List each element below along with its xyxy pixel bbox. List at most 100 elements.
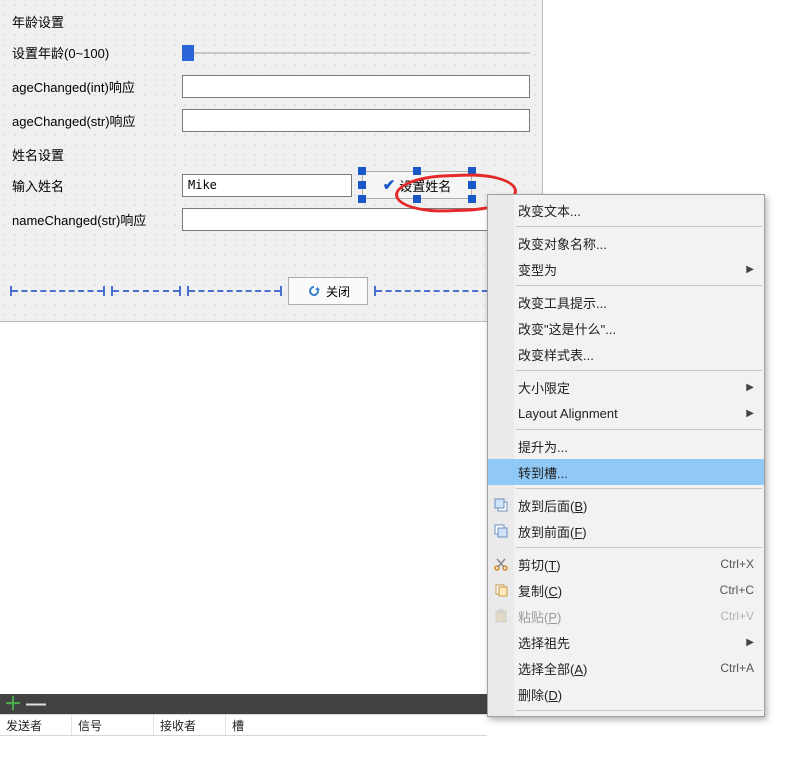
menu-separator <box>516 370 762 371</box>
chevron-right-icon: ▶ <box>746 382 754 393</box>
age-changed-str-label: ageChanged(str)响应 <box>12 111 182 130</box>
horizontal-spacer[interactable] <box>10 286 105 296</box>
resize-handle[interactable] <box>468 195 476 203</box>
age-changed-int-row: ageChanged(int)响应 <box>12 71 530 101</box>
col-slot[interactable]: 槽 <box>226 715 487 735</box>
scissors-icon <box>492 555 510 573</box>
slider-handle[interactable] <box>182 45 194 61</box>
bottom-button-row: 关闭 <box>10 275 530 307</box>
copy-icon <box>492 581 510 599</box>
resize-handle[interactable] <box>358 195 366 203</box>
menu-change-whatsthis[interactable]: 改变"这是什么"... <box>488 315 764 341</box>
menu-item-label: 放到前面(F) <box>518 522 587 541</box>
menu-separator <box>516 547 762 548</box>
menu-item-label: 改变文本... <box>518 201 581 220</box>
menu-paste: 粘贴(P) Ctrl+V <box>488 603 764 629</box>
set-name-button-label: 设置姓名 <box>399 176 451 195</box>
menu-morph-into[interactable]: 变型为 ▶ <box>488 256 764 282</box>
slider-track <box>182 52 530 54</box>
shortcut-label: Ctrl+X <box>700 557 754 571</box>
menu-item-label: 变型为 <box>518 260 557 279</box>
menu-select-ancestor[interactable]: 选择祖先 ▶ <box>488 629 764 655</box>
name-changed-str-input[interactable] <box>182 208 530 231</box>
refresh-icon <box>306 283 322 299</box>
menu-change-text[interactable]: 改变文本... <box>488 197 764 223</box>
menu-change-object-name[interactable]: 改变对象名称... <box>488 230 764 256</box>
name-input-row: 输入姓名 ✔ 设置姓名 <box>12 170 530 200</box>
menu-item-label: 选择全部(A) <box>518 659 587 678</box>
col-receiver[interactable]: 接收者 <box>154 715 226 735</box>
name-group-heading: 姓名设置 <box>12 145 530 164</box>
menu-delete[interactable]: 删除(D) <box>488 681 764 707</box>
menu-item-label: 提升为... <box>518 437 568 456</box>
signal-slot-columns: 发送者 信号 接收者 槽 <box>0 714 487 736</box>
name-input[interactable] <box>182 174 352 197</box>
chevron-right-icon: ▶ <box>746 264 754 275</box>
menu-bring-to-front[interactable]: 放到前面(F) <box>488 518 764 544</box>
menu-select-all[interactable]: 选择全部(A) Ctrl+A <box>488 655 764 681</box>
menu-item-label: 改变工具提示... <box>518 293 607 312</box>
horizontal-spacer[interactable] <box>187 286 282 296</box>
menu-item-label: 放到后面(B) <box>518 496 587 515</box>
menu-item-label: 删除(D) <box>518 685 562 704</box>
resize-handle[interactable] <box>468 167 476 175</box>
check-icon: ✔ <box>383 176 396 194</box>
col-sender[interactable]: 发送者 <box>0 715 72 735</box>
age-changed-str-input[interactable] <box>182 109 530 132</box>
menu-item-label: 改变"这是什么"... <box>518 319 616 338</box>
menu-copy[interactable]: 复制(C) Ctrl+C <box>488 577 764 603</box>
menu-size-constraints[interactable]: 大小限定 ▶ <box>488 374 764 400</box>
resize-handle[interactable] <box>358 167 366 175</box>
bring-to-front-icon <box>492 522 510 540</box>
close-button-label: 关闭 <box>326 283 350 300</box>
signal-slot-toolbar: ＋ — <box>0 694 487 714</box>
age-group-heading: 年龄设置 <box>12 12 530 31</box>
shortcut-label: Ctrl+V <box>700 609 754 623</box>
menu-go-to-slot[interactable]: 转到槽... <box>488 459 764 485</box>
age-slider-label: 设置年龄(0~100) <box>12 43 182 62</box>
menu-change-tooltip[interactable]: 改变工具提示... <box>488 289 764 315</box>
menu-item-label: 粘贴(P) <box>518 607 561 626</box>
name-changed-str-row: nameChanged(str)响应 <box>12 204 530 234</box>
age-changed-int-label: ageChanged(int)响应 <box>12 77 182 96</box>
age-slider[interactable] <box>182 42 530 62</box>
paste-icon <box>492 607 510 625</box>
age-changed-int-input[interactable] <box>182 75 530 98</box>
age-changed-str-row: ageChanged(str)响应 <box>12 105 530 135</box>
form-designer-surface[interactable]: 年龄设置 设置年龄(0~100) ageChanged(int)响应 ageCh… <box>0 0 543 322</box>
menu-separator <box>516 226 762 227</box>
horizontal-spacer[interactable] <box>111 286 181 296</box>
resize-handle[interactable] <box>468 181 476 189</box>
col-signal[interactable]: 信号 <box>72 715 154 735</box>
shortcut-label: Ctrl+C <box>700 583 754 597</box>
menu-item-label: 剪切(T) <box>518 555 561 574</box>
selected-widget-container[interactable]: ✔ 设置姓名 <box>362 171 472 199</box>
menu-item-label: Layout Alignment <box>518 406 618 421</box>
menu-item-label: 转到槽... <box>518 463 568 482</box>
chevron-right-icon: ▶ <box>746 637 754 648</box>
chevron-right-icon: ▶ <box>746 408 754 419</box>
close-button[interactable]: 关闭 <box>288 277 368 305</box>
send-to-back-icon <box>492 496 510 514</box>
resize-handle[interactable] <box>413 195 421 203</box>
age-slider-row: 设置年龄(0~100) <box>12 37 530 67</box>
plus-icon[interactable]: ＋ <box>4 695 22 713</box>
menu-separator <box>516 488 762 489</box>
menu-layout-alignment[interactable]: Layout Alignment ▶ <box>488 400 764 426</box>
minus-icon[interactable]: — <box>26 694 46 714</box>
menu-separator <box>516 710 762 711</box>
resize-handle[interactable] <box>358 181 366 189</box>
resize-handle[interactable] <box>413 167 421 175</box>
menu-cut[interactable]: 剪切(T) Ctrl+X <box>488 551 764 577</box>
name-input-label: 输入姓名 <box>12 176 182 195</box>
context-menu[interactable]: 改变文本... 改变对象名称... 变型为 ▶ 改变工具提示... 改变"这是什… <box>487 194 765 717</box>
name-changed-str-label: nameChanged(str)响应 <box>12 210 182 229</box>
menu-item-label: 大小限定 <box>518 378 570 397</box>
shortcut-label: Ctrl+A <box>700 661 754 675</box>
menu-item-label: 改变对象名称... <box>518 234 607 253</box>
menu-promote-to[interactable]: 提升为... <box>488 433 764 459</box>
menu-send-to-back[interactable]: 放到后面(B) <box>488 492 764 518</box>
menu-change-stylesheet[interactable]: 改变样式表... <box>488 341 764 367</box>
menu-item-label: 改变样式表... <box>518 345 594 364</box>
menu-item-label: 复制(C) <box>518 581 562 600</box>
